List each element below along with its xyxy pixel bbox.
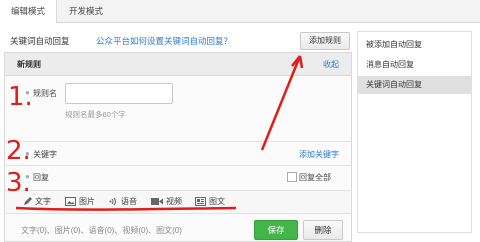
annotation-overlay (15, 55, 304, 211)
annotation-number-3: 3. (6, 168, 31, 198)
annotation-arrow-icon (260, 55, 302, 151)
annotation-number-1: 1. (8, 82, 33, 112)
annotation-underline (15, 206, 237, 211)
annotation-number-2: 2. (6, 136, 31, 166)
